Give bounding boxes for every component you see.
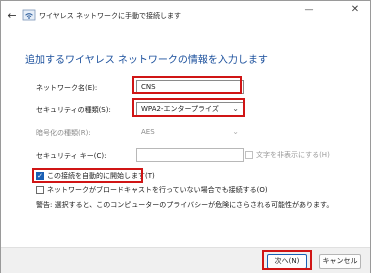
auto-connect-highlight	[32, 168, 143, 183]
dialog-footer: 次へ(N) キャンセル	[1, 247, 370, 273]
cancel-button[interactable]: キャンセル	[319, 254, 361, 269]
minimize-icon: —	[304, 5, 314, 15]
back-arrow-icon: ←	[7, 9, 17, 22]
minimize-button[interactable]: —	[298, 2, 320, 18]
chevron-down-icon: ⌄	[232, 127, 239, 136]
security-type-label: セキュリティの種類(S):	[36, 106, 111, 114]
page-heading: 追加するワイヤレス ネットワークの情報を入力します	[25, 55, 268, 66]
encryption-type-value: AES	[141, 128, 155, 136]
wifi-icon	[22, 9, 36, 21]
encryption-type-select[interactable]: AES ⌄	[136, 125, 244, 139]
close-button[interactable]: ✕	[344, 2, 366, 18]
network-name-label: ネットワーク名(E):	[36, 84, 98, 92]
security-key-label: セキュリティ キー(C):	[36, 152, 107, 160]
close-icon: ✕	[350, 4, 360, 15]
hide-characters-checkbox[interactable]	[245, 151, 253, 159]
network-name-highlight	[132, 76, 242, 94]
encryption-type-label: 暗号化の種類(R):	[36, 129, 91, 137]
window-title: ワイヤレス ネットワークに手動で接続します	[39, 12, 182, 20]
security-type-highlight	[132, 98, 245, 117]
next-button-highlight	[262, 250, 312, 270]
manual-wireless-connect-dialog: ← ワイヤレス ネットワークに手動で接続します — ✕ 追加するワイヤレス ネッ…	[0, 0, 371, 273]
privacy-warning: 警告: 選択すると、このコンピューターのプライバシーが危険にさらされる可能性があ…	[36, 201, 334, 209]
connect-hidden-checkbox[interactable]	[36, 186, 44, 194]
security-key-input[interactable]	[136, 148, 244, 162]
hide-characters-label: 文字を非表示にする(H)	[256, 151, 330, 159]
connect-hidden-label: ネットワークがブロードキャストを行っていない場合でも接続する(O)	[47, 186, 268, 194]
title-bar: ← ワイヤレス ネットワークに手動で接続します — ✕	[1, 1, 370, 31]
back-button[interactable]: ←	[5, 9, 19, 23]
